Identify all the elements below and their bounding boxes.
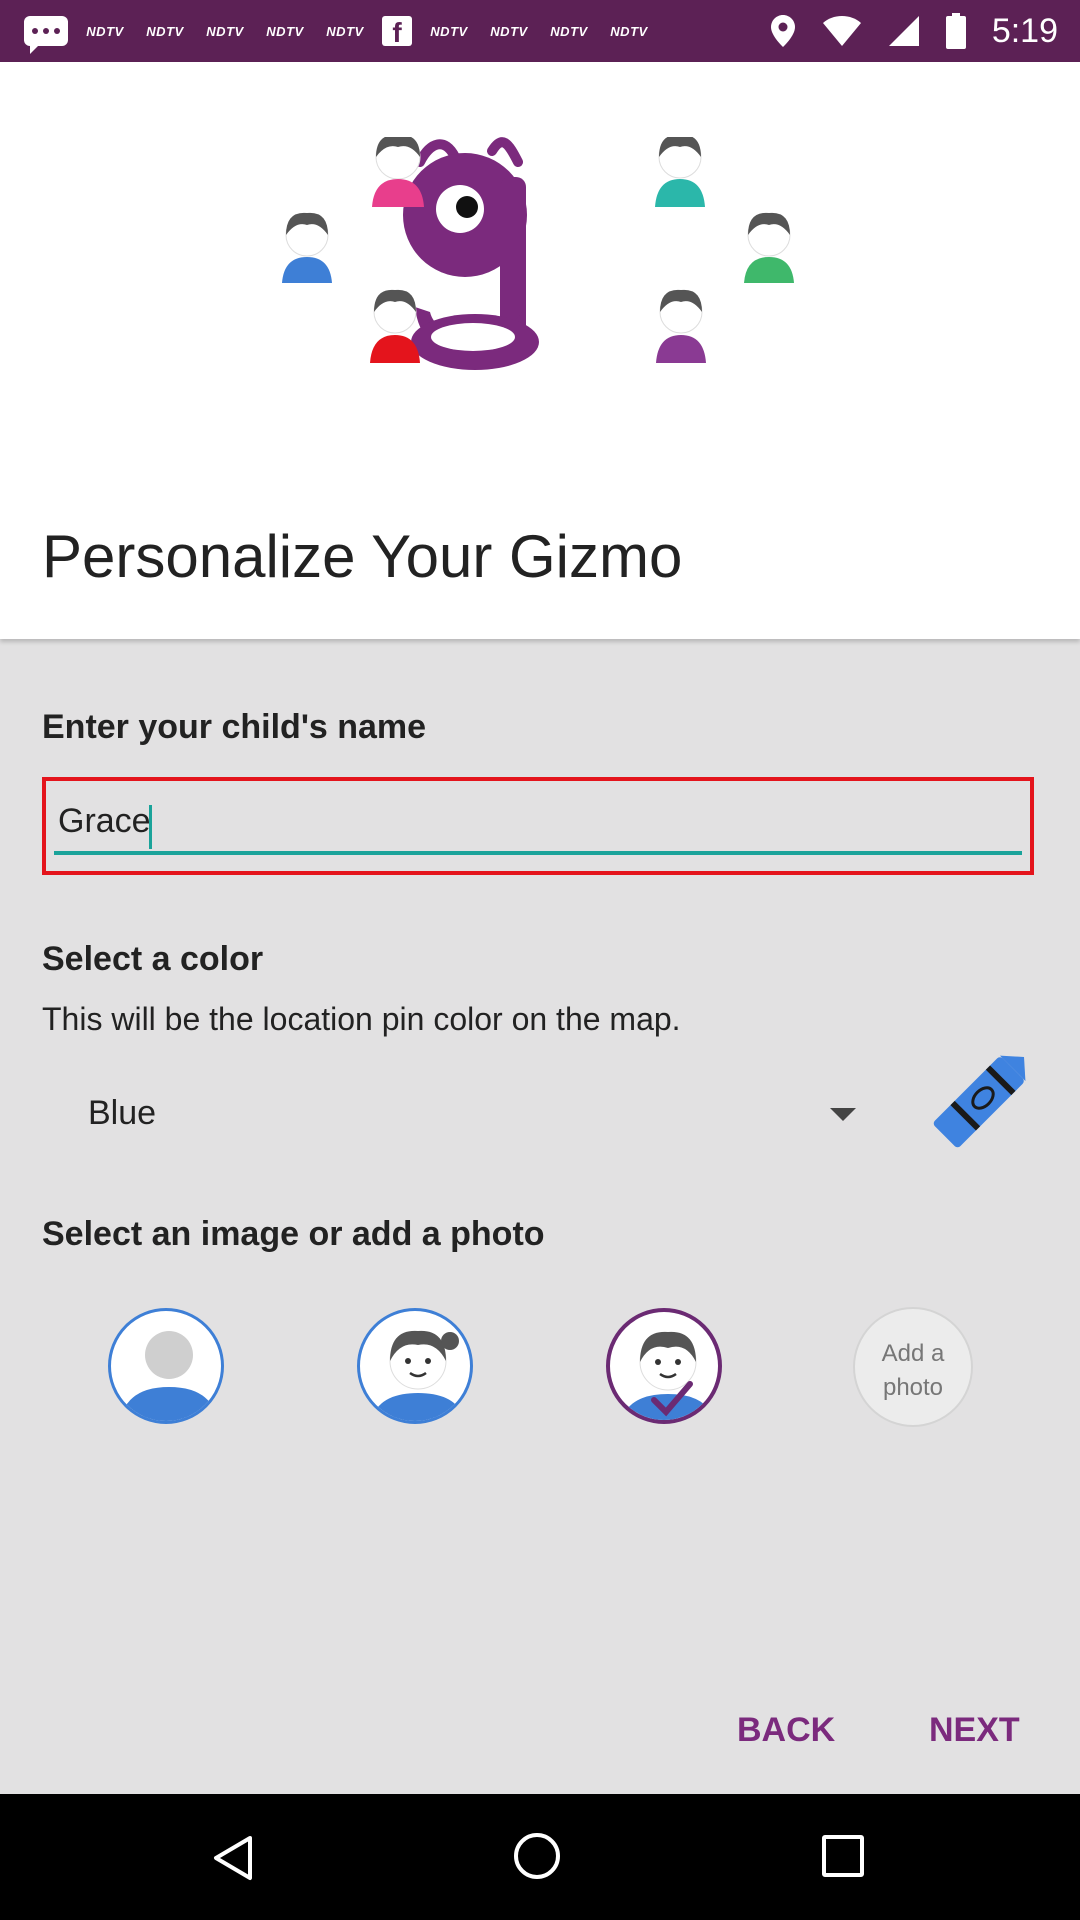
color-section-label: Select a color: [42, 940, 264, 978]
next-button[interactable]: NEXT: [923, 1710, 1026, 1751]
kid-teal-icon: [655, 134, 705, 207]
ndtv-icon: NDTV: [430, 23, 468, 39]
facebook-icon: f: [382, 16, 412, 46]
ndtv-icon: NDTV: [326, 23, 364, 39]
gizmo-logo: [270, 134, 810, 407]
page-title: Personalize Your Gizmo: [42, 523, 683, 590]
girl-avatar-option[interactable]: [357, 1308, 473, 1424]
color-dropdown-value: Blue: [88, 1094, 157, 1132]
header-card: Personalize Your Gizmo: [0, 62, 1080, 639]
clock-time: 5:19: [991, 11, 1058, 50]
crayon-icon: [933, 1055, 1026, 1148]
kid-red-icon: [370, 289, 420, 363]
color-dropdown[interactable]: Blue: [42, 1080, 872, 1150]
boy-avatar-icon: [621, 1331, 715, 1420]
kid-pink-icon: [372, 134, 424, 207]
recents-nav-icon[interactable]: [822, 1835, 864, 1877]
chat-icon: [24, 16, 68, 54]
gizmo-g-icon: [403, 137, 539, 370]
gizmo-logo-graphic: [282, 134, 794, 370]
ndtv-icon: NDTV: [146, 23, 184, 39]
wifi-icon: [822, 16, 861, 46]
text-cursor: [149, 805, 152, 849]
boy-avatar-option[interactable]: [606, 1308, 722, 1424]
navigation-bar: [0, 1794, 1080, 1920]
ndtv-icon: NDTV: [266, 23, 304, 39]
ndtv-icon: NDTV: [550, 23, 588, 39]
kid-blue-icon: [282, 212, 332, 283]
back-nav-icon[interactable]: [210, 1834, 256, 1882]
default-avatar-option[interactable]: [108, 1308, 224, 1424]
girl-avatar-icon: [371, 1330, 465, 1421]
kid-green-icon: [744, 212, 794, 283]
status-bar: NDTV NDTV NDTV NDTV NDTV f NDTV NDTV NDT…: [0, 0, 1080, 62]
notification-icons: NDTV NDTV NDTV NDTV NDTV f NDTV NDTV NDT…: [0, 0, 652, 62]
image-section-label: Select an image or add a photo: [42, 1215, 545, 1253]
add-photo-label-line2: photo: [882, 1374, 944, 1401]
signal-icon: [888, 16, 919, 46]
add-photo-button[interactable]: Add a photo: [853, 1307, 973, 1427]
kid-purple-icon: [656, 289, 706, 363]
ndtv-icon: NDTV: [610, 23, 648, 39]
add-photo-label-line1: Add a: [881, 1340, 945, 1367]
system-icons: 5:19: [770, 0, 1058, 62]
name-section-label: Enter your child's name: [42, 708, 427, 746]
ndtv-icon: NDTV: [490, 23, 528, 39]
location-icon: [770, 15, 795, 47]
name-field-container: [42, 777, 1034, 875]
ndtv-icon: NDTV: [206, 23, 244, 39]
chevron-down-icon: [830, 1108, 856, 1121]
home-nav-icon[interactable]: [514, 1833, 560, 1879]
child-name-input[interactable]: [54, 791, 1022, 855]
battery-icon: [945, 13, 966, 49]
ndtv-icon: NDTV: [86, 23, 124, 39]
color-help-text: This will be the location pin color on t…: [42, 1001, 681, 1037]
person-icon: [120, 1331, 218, 1421]
back-button[interactable]: BACK: [731, 1710, 841, 1751]
